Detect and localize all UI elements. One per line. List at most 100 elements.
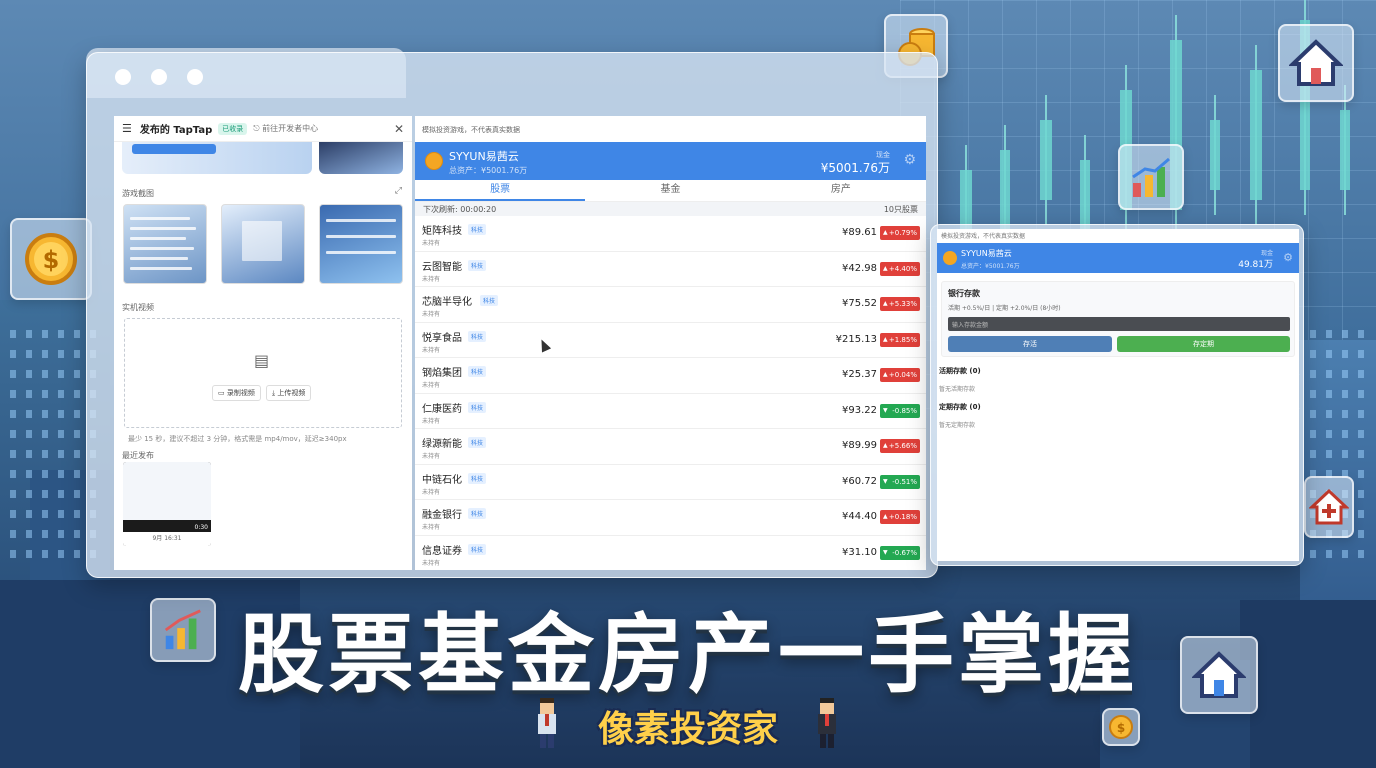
price-change-badge: ▼ -0.85%	[880, 403, 920, 418]
holding-status: 未持有	[422, 240, 441, 247]
holding-status: 未持有	[422, 559, 441, 567]
game-screenshot[interactable]	[221, 204, 305, 284]
dollar-coin-icon: $	[25, 233, 77, 285]
publish-panel: ☰ 发布的 TapTap 已收录 ⎋ 前往开发者中心 ✕ 游戏截图 ⤢ 实机视频…	[114, 116, 412, 570]
account-name: SYYUN易茜云	[961, 249, 1012, 258]
stock-price: ¥89.99	[842, 440, 877, 451]
account-total: 总资产：¥5001.76万	[961, 263, 1020, 270]
svg-text:$: $	[43, 246, 60, 274]
holding-status: 未持有	[422, 453, 441, 460]
stock-row[interactable]: 融金银行 科技 未持有 ¥44.40 ▲ +0.18%	[415, 500, 926, 536]
bar-chart-icon	[1132, 157, 1170, 197]
price-change-badge: ▲ +0.79%	[880, 226, 920, 240]
stock-row[interactable]: 矩阵科技 科技 未持有 ¥89.61 ▲ +0.79%	[415, 216, 926, 252]
price-change-value: +4.40%	[888, 264, 917, 273]
sector-tag: 科技	[468, 259, 487, 271]
stock-price: ¥75.52	[842, 298, 877, 309]
stock-row[interactable]: 中链石化 科技 未持有 ¥60.72 ▼ -0.51%	[415, 465, 926, 500]
window-dot[interactable]	[187, 69, 203, 85]
price-change-value: +0.18%	[888, 513, 917, 521]
price-change-badge: ▼ -0.67%	[880, 545, 920, 560]
gear-icon[interactable]: ⚙	[1283, 251, 1293, 264]
status-badge: 已收录	[218, 122, 248, 135]
stock-row[interactable]: 仁康医药 科技 未持有 ¥93.22 ▼ -0.85%	[415, 394, 926, 429]
game-screenshot[interactable]	[319, 204, 403, 284]
price-change-badge: ▲ +0.18%	[880, 510, 920, 524]
logo-text: 像素投资家	[597, 709, 778, 750]
tab-property[interactable]: 房产	[756, 180, 926, 201]
sector-tag: 科技	[480, 295, 499, 306]
upload-hint: 最少 15 秒，建议不超过 3 分钟，格式需是 mp4/mov，延迟≥340px	[128, 435, 347, 443]
price-change-badge: ▲ +5.33%	[880, 297, 920, 311]
disclaimer: 模拟投资游戏，不代表真实数据	[941, 233, 1026, 240]
account-total: 总资产：¥5001.76万	[449, 166, 528, 175]
upload-video-button[interactable]: ⤓ 上传视频	[266, 385, 312, 401]
stock-price: ¥215.13	[835, 333, 877, 345]
gear-icon[interactable]: ⚙	[903, 152, 916, 168]
close-icon[interactable]: ✕	[394, 122, 404, 136]
video-label: 实机视频	[122, 303, 154, 312]
price-change-badge: ▲ +0.04%	[880, 368, 920, 382]
stock-count: 10只股票	[883, 205, 918, 214]
account-name: SYYUN易茜云	[449, 150, 519, 163]
arrow-down-icon: ▼	[883, 406, 888, 414]
house-icon	[1289, 39, 1343, 86]
bank-deposit-card: 银行存款 活期 +0.5%/日 | 定期 +2.0%/日 (8小时) 输入存款金…	[941, 281, 1295, 357]
stock-row[interactable]: 信息证券 科技 未持有 ¥31.10 ▼ -0.67%	[415, 536, 926, 571]
price-change-badge: ▲ +5.66%	[880, 439, 920, 453]
stock-row[interactable]: 悦享食品 科技 未持有 ¥215.13 ▲ +1.85%	[415, 323, 926, 358]
price-change-value: +5.33%	[888, 300, 917, 308]
stock-name: 融金银行	[422, 510, 462, 521]
bank-panel: 模拟投资游戏，不代表真实数据 SYYUN易茜云 总资产：¥5001.76万 现金…	[937, 229, 1299, 561]
holding-status: 未持有	[422, 311, 441, 318]
holding-status: 未持有	[422, 524, 441, 531]
stock-row[interactable]: 云图智能 科技 未持有 ¥42.98 ▲ +4.40%	[415, 252, 926, 287]
headline: 股票基金房产一手掌握	[238, 605, 1138, 705]
game-screenshot[interactable]	[123, 204, 207, 284]
holding-status: 未持有	[422, 346, 441, 354]
stock-name: 信息证券	[422, 545, 462, 557]
screenshots-label: 游戏截图	[122, 189, 154, 198]
deposit-amount-input[interactable]: 输入存款金额	[948, 317, 1290, 331]
price-change-value: -0.67%	[892, 548, 917, 557]
window-dot[interactable]	[115, 69, 131, 85]
game-logo: 像素投资家	[532, 696, 844, 754]
bank-title: 银行存款	[948, 289, 980, 298]
publish-header: ☰ 发布的 TapTap 已收录 ⎋ 前往开发者中心 ✕	[114, 116, 412, 142]
coin-tile: $	[1102, 708, 1140, 746]
stock-row[interactable]: 钢焰集团 科技 未持有 ¥25.37 ▲ +0.04%	[415, 358, 926, 394]
dev-center-link[interactable]: ⎋ 前往开发者中心	[253, 123, 318, 134]
asset-tabs: 股票 基金 房产	[415, 180, 926, 202]
bank-rates: 活期 +0.5%/日 | 定期 +2.0%/日 (8小时)	[948, 305, 1061, 312]
stock-price: ¥60.72	[842, 475, 877, 487]
video-thumbnail[interactable]: 0:30 9月 16:31	[123, 462, 211, 546]
video-upload-area[interactable]: ▤ ▭ 录制视频 ⤓ 上传视频	[124, 318, 402, 428]
stock-name: 钢焰集团	[422, 368, 462, 379]
account-card: SYYUN易茜云 总资产：¥5001.76万 现金 49.81万 ⚙	[937, 243, 1299, 273]
sector-tag: 科技	[468, 508, 487, 519]
fixed-empty: 暂无定期存款	[939, 422, 976, 429]
deposit-fixed-button[interactable]: 存定期	[1117, 336, 1290, 352]
pixel-investor-icon	[818, 698, 836, 748]
coin-icon: $	[1109, 715, 1133, 739]
sector-tag: 科技	[468, 543, 487, 555]
window-dot[interactable]	[151, 69, 167, 85]
deposit-demand-button[interactable]: 存活	[948, 336, 1112, 352]
stock-price: ¥93.22	[842, 404, 877, 416]
tab-stocks[interactable]: 股票	[415, 180, 586, 201]
arrow-up-icon: ▲	[883, 371, 888, 378]
dev-center-link-label: 前往开发者中心	[262, 124, 319, 133]
stock-row[interactable]: 芯脑半导化 科技 未持有 ¥75.52 ▲ +5.33%	[415, 287, 926, 323]
stock-row[interactable]: 绿源新能 科技 未持有 ¥89.99 ▲ +5.66%	[415, 429, 926, 465]
house-plus-icon	[1309, 488, 1349, 525]
stock-name: 中链石化	[422, 474, 462, 486]
chart-tile	[1118, 144, 1184, 210]
expand-icon[interactable]: ⤢	[395, 186, 402, 196]
menu-icon[interactable]: ☰	[122, 122, 132, 135]
refresh-bar: 下次刷新: 00:00:20 10只股票	[415, 202, 926, 216]
demand-deposits-title: 活期存款 (0)	[939, 367, 981, 375]
banner-image	[319, 142, 403, 174]
fixed-deposits-title: 定期存款 (0)	[939, 403, 981, 411]
record-video-button[interactable]: ▭ 录制视频	[212, 385, 261, 401]
tab-funds[interactable]: 基金	[585, 180, 755, 201]
